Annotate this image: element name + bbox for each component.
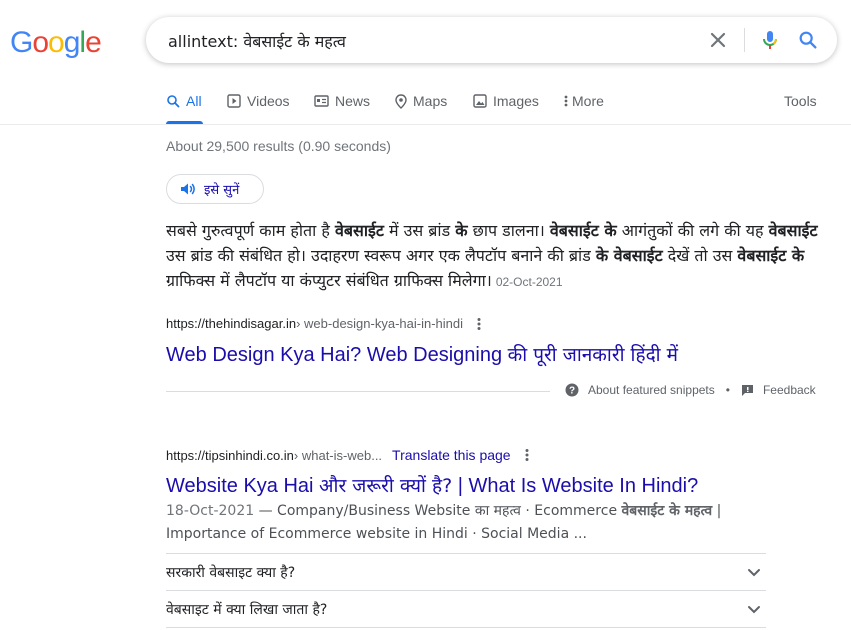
related-question[interactable]: वेबसाइट में क्या लिखा जाता है? bbox=[166, 590, 766, 627]
microphone-icon[interactable] bbox=[758, 28, 782, 52]
snippet-text: छाप डालना। bbox=[467, 221, 550, 240]
snippet-text-bold: वेबसाईट के bbox=[737, 246, 805, 265]
snippet-text: में उस ब्रांड bbox=[383, 221, 456, 240]
description-text: — Company/Business Website का महत्व · Ec… bbox=[254, 503, 622, 519]
snippet-text: ग्राफिक्स में लैपटॉप या कंप्युटर संबंधित… bbox=[166, 271, 492, 290]
more-vert-icon bbox=[564, 95, 568, 107]
cite-domain: https://tipsinhindi.co.in bbox=[166, 447, 294, 463]
svg-text:?: ? bbox=[569, 386, 575, 397]
related-question[interactable]: सरकारी वेबसाइट क्या है? bbox=[166, 553, 766, 590]
listen-label: इसे सुनें bbox=[204, 183, 240, 198]
featured-snippet-footer: ? About featured snippets • Feedback bbox=[565, 383, 816, 397]
news-icon bbox=[314, 95, 329, 107]
chevron-down-icon bbox=[748, 569, 760, 577]
clear-icon[interactable] bbox=[708, 30, 728, 50]
tab-news[interactable]: News bbox=[314, 90, 370, 124]
snippet-text-bold: वेबसाईट के bbox=[549, 221, 617, 240]
search-box[interactable]: allintext: वेबसाईट के महत्व bbox=[146, 17, 837, 63]
svg-text:Google: Google bbox=[10, 26, 101, 59]
snippet-text-bold: के वेबसाईट bbox=[595, 246, 663, 265]
speaker-icon bbox=[181, 183, 195, 195]
snippet-text: उस ब्रांड की संबंधित हो। उदाहरण स्वरूप अ… bbox=[166, 246, 596, 265]
snippet-text: सबसे गुरुत्वपूर्ण काम होता है bbox=[166, 221, 335, 240]
tab-videos[interactable]: Videos bbox=[227, 90, 290, 124]
more-options-icon[interactable] bbox=[477, 317, 481, 331]
snippet-text: आगंतुकों की लगे की यह bbox=[616, 221, 769, 240]
snippet-text-bold: वेबसाईट bbox=[768, 221, 818, 240]
search-icon bbox=[167, 95, 180, 108]
snippet-text-bold: के bbox=[455, 221, 468, 240]
translate-link[interactable]: Translate this page bbox=[392, 447, 511, 463]
result-cite[interactable]: https://tipsinhindi.co.in › what-is-web.… bbox=[166, 447, 529, 463]
video-icon bbox=[227, 94, 241, 108]
separator-dot: • bbox=[725, 383, 730, 397]
map-pin-icon bbox=[395, 94, 407, 109]
listen-button[interactable]: इसे सुनें bbox=[166, 174, 264, 204]
tab-images[interactable]: Images bbox=[473, 90, 539, 124]
feedback-link[interactable]: Feedback bbox=[741, 383, 816, 397]
featured-snippet-divider bbox=[166, 391, 550, 392]
image-icon bbox=[473, 94, 487, 108]
google-logo[interactable]: Google bbox=[10, 26, 102, 60]
result-title[interactable]: Website Kya Hai और जरूरी क्यों है? | Wha… bbox=[166, 472, 698, 498]
feedback-icon bbox=[741, 384, 753, 396]
featured-result-title[interactable]: Web Design Kya Hai? Web Designing की पूर… bbox=[166, 341, 678, 367]
description-text-bold: वेबसाईट के महत्व bbox=[621, 503, 713, 519]
result-date: 18-Oct-2021 bbox=[166, 503, 255, 519]
chevron-down-icon bbox=[748, 606, 760, 614]
snippet-text: देखें तो उस bbox=[662, 246, 738, 265]
about-featured-snippets-link[interactable]: ? About featured snippets bbox=[565, 383, 715, 397]
featured-snippet-text: सबसे गुरुत्वपूर्ण काम होता है वेबसाईट मे… bbox=[166, 218, 826, 295]
results-count: About 29,500 results (0.90 seconds) bbox=[166, 138, 391, 154]
tabs-divider bbox=[0, 124, 851, 125]
tools-button[interactable]: Tools bbox=[784, 90, 817, 112]
cite-path: › what-is-web... bbox=[293, 447, 383, 463]
featured-cite[interactable]: https://thehindisagar.in › web-design-ky… bbox=[166, 316, 481, 331]
help-icon: ? bbox=[565, 383, 579, 397]
search-icon[interactable] bbox=[797, 29, 819, 51]
snippet-date: 02-Oct-2021 bbox=[495, 275, 563, 289]
search-box-divider bbox=[744, 28, 745, 52]
tab-all[interactable]: All bbox=[166, 90, 203, 124]
snippet-text-bold: वेबसाईट bbox=[334, 221, 384, 240]
related-questions-divider bbox=[166, 627, 766, 628]
more-options-icon[interactable] bbox=[525, 448, 529, 462]
cite-path: › web-design-kya-hai-in-hindi bbox=[296, 316, 463, 331]
search-input[interactable]: allintext: वेबसाईट के महत्व bbox=[168, 30, 346, 52]
tab-more[interactable]: More bbox=[564, 90, 604, 124]
tab-maps[interactable]: Maps bbox=[395, 90, 447, 124]
result-description: 18-Oct-2021 — Company/Business Website क… bbox=[166, 500, 746, 546]
cite-domain: https://thehindisagar.in bbox=[166, 316, 297, 331]
